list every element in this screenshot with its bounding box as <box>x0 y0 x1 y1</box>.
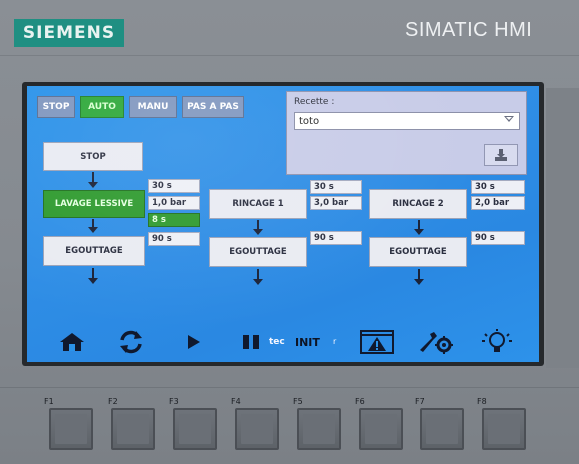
mode-auto-button[interactable]: AUTO <box>80 96 124 118</box>
fkey-label-f7: F7 <box>415 397 425 406</box>
fkey-label-f4: F4 <box>231 397 241 406</box>
home-icon <box>60 333 84 351</box>
washing-pressure-value[interactable]: 1,0 bar <box>148 196 200 210</box>
refresh-button[interactable] <box>115 329 147 355</box>
step-rinse-2-drain[interactable]: EGOUTTAGE <box>369 237 467 267</box>
function-key-f2[interactable] <box>111 408 155 450</box>
alarm-icon <box>360 330 394 354</box>
mode-manu-button[interactable]: MANU <box>129 96 177 118</box>
load-recipe-button[interactable] <box>484 144 518 166</box>
bezel-divider <box>0 55 579 56</box>
recipe-label: Recette : <box>294 97 335 107</box>
function-key-f8[interactable] <box>482 408 526 450</box>
step-rinse-1-drain[interactable]: EGOUTTAGE <box>209 237 307 267</box>
brand-logo: SIEMENS <box>14 19 124 47</box>
rinse1-pressure-value[interactable]: 3,0 bar <box>310 196 362 210</box>
play-button[interactable] <box>183 329 205 355</box>
flow-arrow <box>88 268 98 284</box>
mode-stop-button[interactable]: STOP <box>37 96 75 118</box>
rinse1-time-value[interactable]: 30 s <box>310 180 362 194</box>
flow-arrow <box>253 220 263 235</box>
flow-arrow <box>253 269 263 285</box>
overlay-text-suffix: r <box>333 337 337 346</box>
settings-icon <box>420 332 453 354</box>
chevron-down-icon <box>504 116 514 122</box>
function-key-f6[interactable] <box>359 408 403 450</box>
refresh-icon <box>120 330 142 354</box>
side-strip <box>546 88 579 368</box>
home-button[interactable] <box>57 329 87 355</box>
fkey-label-f5: F5 <box>293 397 303 406</box>
function-key-f4[interactable] <box>235 408 279 450</box>
overlay-text: tec <box>269 337 285 347</box>
init-button[interactable]: INIT <box>295 336 320 349</box>
rinse2-drain-time-value[interactable]: 90 s <box>471 231 525 245</box>
lightbulb-icon <box>482 329 512 352</box>
function-key-f1[interactable] <box>49 408 93 450</box>
rinse1-drain-time-value[interactable]: 90 s <box>310 231 362 245</box>
function-key-f5[interactable] <box>297 408 341 450</box>
washing-elapsed-value: 8 s <box>148 213 200 227</box>
step-washing[interactable]: LAVAGE LESSIVE <box>43 190 145 218</box>
download-icon <box>495 149 507 161</box>
light-button[interactable] <box>479 329 515 355</box>
flow-arrow <box>414 269 424 285</box>
recipe-selected-value: toto <box>299 115 320 127</box>
bezel-bottom-divider <box>0 387 579 388</box>
rinse2-time-value[interactable]: 30 s <box>471 180 525 194</box>
step-rinse-1[interactable]: RINCAGE 1 <box>209 189 307 219</box>
fkey-label-f2: F2 <box>108 397 118 406</box>
pause-icon <box>243 335 259 349</box>
recipe-select[interactable]: toto <box>294 112 520 130</box>
play-icon <box>188 335 200 349</box>
washing-drain-time-value[interactable]: 90 s <box>148 232 200 246</box>
fkey-label-f3: F3 <box>169 397 179 406</box>
settings-button[interactable] <box>417 329 453 355</box>
step-washing-drain[interactable]: EGOUTTAGE <box>43 236 145 266</box>
model-label: SIMATIC HMI <box>405 19 533 41</box>
flow-arrow <box>414 220 424 235</box>
alarm-button[interactable] <box>360 329 394 355</box>
function-key-f7[interactable] <box>420 408 464 450</box>
hmi-screen: STOP AUTO MANU PAS A PAS Recette : toto … <box>27 86 539 362</box>
fkey-label-f8: F8 <box>477 397 487 406</box>
mode-pas-a-pas-button[interactable]: PAS A PAS <box>182 96 244 118</box>
fkey-label-f6: F6 <box>355 397 365 406</box>
rinse2-pressure-value[interactable]: 2,0 bar <box>471 196 525 210</box>
recipe-panel: Recette : toto <box>286 91 527 175</box>
flow-arrow <box>88 219 98 233</box>
step-rinse-2[interactable]: RINCAGE 2 <box>369 189 467 219</box>
function-key-f3[interactable] <box>173 408 217 450</box>
washing-time-value[interactable]: 30 s <box>148 179 200 193</box>
step-stop[interactable]: STOP <box>43 142 143 171</box>
pause-button[interactable] <box>240 329 262 355</box>
fkey-label-f1: F1 <box>44 397 54 406</box>
flow-arrow <box>88 172 98 188</box>
